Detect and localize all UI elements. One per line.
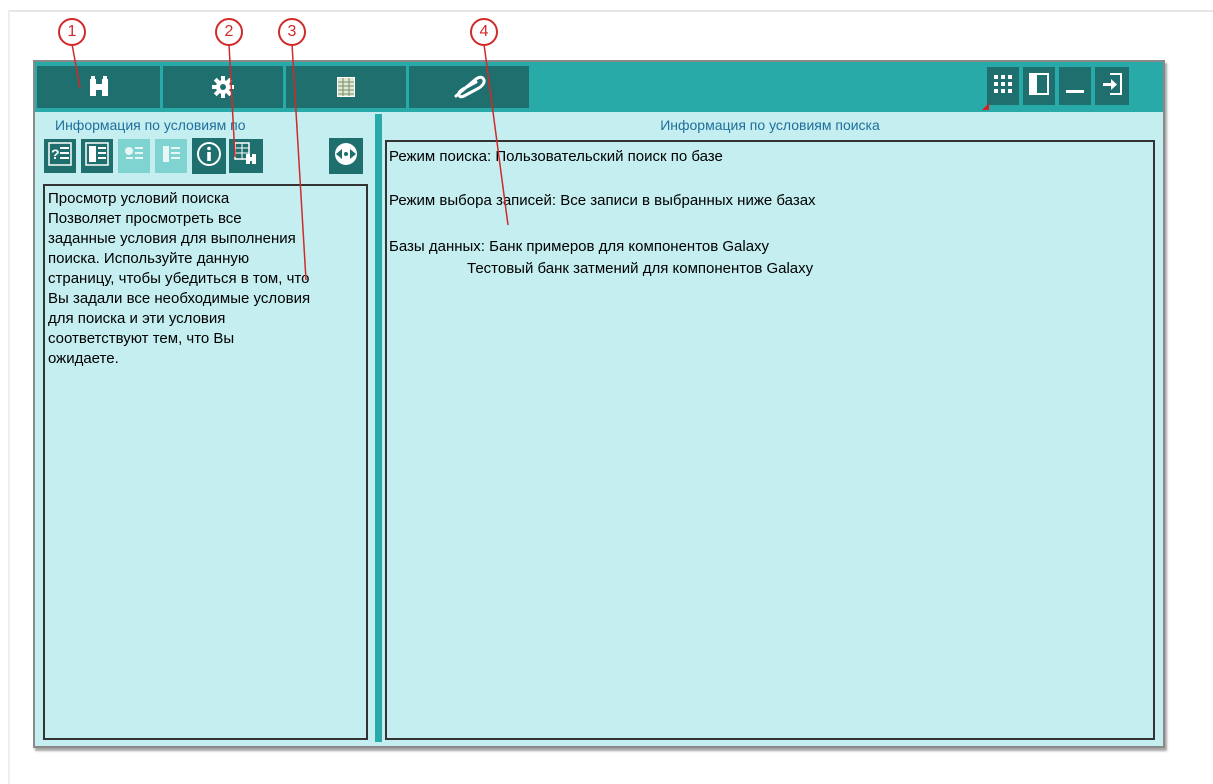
callout-line-2 <box>228 43 236 158</box>
callout-line-1 <box>71 43 81 89</box>
callout-lines <box>71 43 509 281</box>
callout-line-4 <box>483 43 509 226</box>
callout-line-3 <box>291 43 307 281</box>
callout-2: 2 <box>215 18 243 46</box>
callout-1: 1 <box>58 18 86 46</box>
callout-3: 3 <box>278 18 306 46</box>
callout-4: 4 <box>470 18 498 46</box>
